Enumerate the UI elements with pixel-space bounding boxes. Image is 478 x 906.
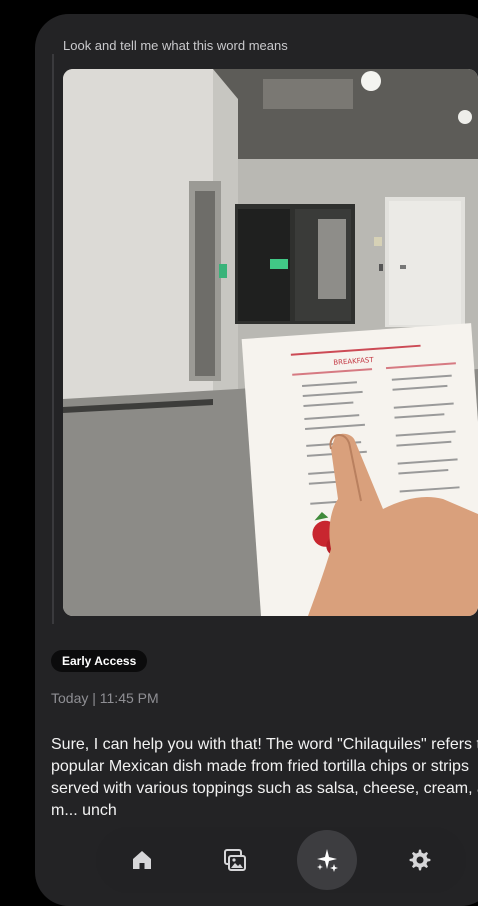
assistant-response: Sure, I can help you with that! The word… xyxy=(51,736,478,819)
gallery-icon xyxy=(223,849,246,871)
home-icon xyxy=(133,851,152,869)
nav-home-button[interactable] xyxy=(112,830,172,890)
early-access-badge: Early Access xyxy=(51,650,148,672)
gear-icon xyxy=(409,849,431,871)
photo-image: BREAKFAST xyxy=(63,69,478,616)
attached-photo[interactable]: BREAKFAST xyxy=(63,69,478,616)
message-timestamp: Today | 11:45 PM xyxy=(51,690,159,706)
nav-assistant-button[interactable] xyxy=(297,830,358,890)
chat-panel: Look and tell me what this word means BR… xyxy=(35,14,478,906)
user-prompt: Look and tell me what this word means xyxy=(63,38,288,53)
bottom-navbar xyxy=(96,827,466,893)
sparkle-icon xyxy=(317,849,339,872)
thread-line xyxy=(52,54,54,624)
nav-gallery-button[interactable] xyxy=(205,830,265,890)
nav-settings-button[interactable] xyxy=(390,830,450,890)
